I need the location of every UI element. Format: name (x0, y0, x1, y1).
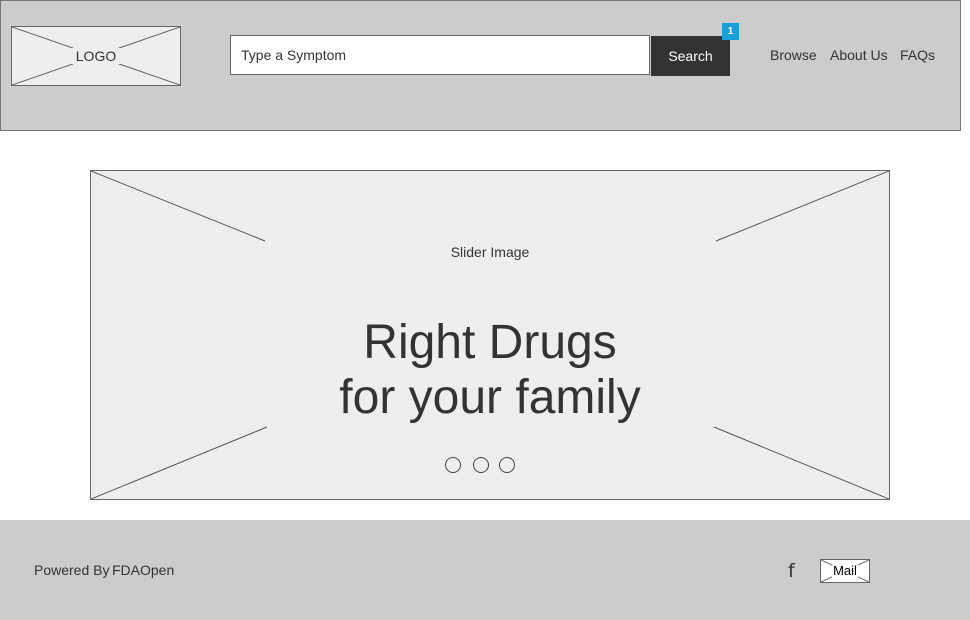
slider-caption: Slider Image (450, 244, 530, 260)
facebook-icon[interactable]: f (788, 560, 795, 582)
nav-faqs[interactable]: FAQs (900, 47, 935, 63)
header: LOGO Search 1 Browse About Us FAQs (0, 0, 961, 131)
hero-title-line-2: for your family (339, 371, 641, 424)
mail-label: Mail (832, 563, 858, 578)
mail-button[interactable]: Mail (820, 559, 870, 583)
logo-label: LOGO (69, 48, 123, 64)
hero-slider: Slider Image Right Drugs for your family (90, 170, 890, 500)
search-button[interactable]: Search (651, 36, 730, 76)
hero-title: Right Drugs for your family (91, 315, 889, 425)
logo-placeholder[interactable]: LOGO (11, 26, 181, 86)
search-input[interactable] (230, 35, 650, 75)
slider-dot-3[interactable] (499, 457, 515, 473)
hero-title-line-1: Right Drugs (363, 316, 617, 369)
slider-dot-2[interactable] (473, 457, 489, 473)
nav-about-us[interactable]: About Us (830, 47, 888, 63)
powered-by-label: Powered By (34, 562, 110, 578)
slider-dot-1[interactable] (445, 457, 461, 473)
nav-browse[interactable]: Browse (770, 47, 817, 63)
notification-badge: 1 (722, 23, 739, 40)
footer: Powered By FDAOpen f Mail (0, 520, 970, 620)
fdaopen-link[interactable]: FDAOpen (112, 562, 174, 578)
